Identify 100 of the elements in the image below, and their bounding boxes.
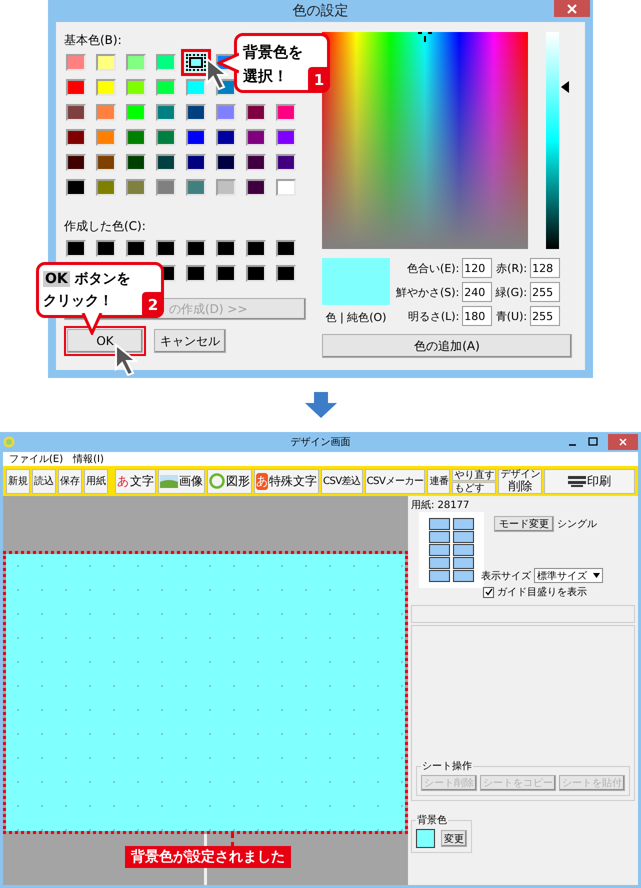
color-swatch[interactable] (156, 179, 176, 196)
print-button[interactable]: 印刷 (544, 468, 635, 494)
color-swatch[interactable] (96, 79, 116, 96)
step-number: 2 (142, 292, 164, 318)
undo-button[interactable]: もどす (452, 482, 496, 494)
color-spectrum[interactable] (322, 32, 528, 249)
color-swatch[interactable] (246, 104, 266, 121)
toolbar-button[interactable]: CSV差込 (321, 468, 363, 494)
input-field[interactable]: 255 (530, 282, 560, 302)
toolbar-button[interactable]: CSVメーカー (364, 468, 426, 494)
toolbar-button[interactable]: 図形 (207, 468, 252, 494)
color-swatch[interactable] (216, 240, 236, 257)
color-swatch[interactable] (66, 54, 86, 71)
color-swatch[interactable] (96, 54, 116, 71)
color-swatch[interactable] (126, 240, 146, 257)
color-swatch[interactable] (186, 179, 206, 196)
toolbar-button[interactable]: 保存 (58, 468, 82, 494)
color-swatch[interactable] (126, 179, 146, 196)
color-swatch[interactable] (156, 104, 176, 121)
color-swatch[interactable] (246, 240, 266, 257)
color-swatch[interactable] (246, 129, 266, 146)
color-swatch[interactable] (156, 129, 176, 146)
color-swatch[interactable] (186, 79, 206, 96)
input-field[interactable]: 120 (462, 258, 492, 278)
close-button[interactable] (554, 0, 590, 17)
color-swatch[interactable] (96, 129, 116, 146)
color-swatch[interactable] (66, 104, 86, 121)
color-swatch[interactable] (276, 129, 296, 146)
input-field[interactable]: 180 (462, 306, 492, 326)
color-swatch[interactable] (156, 54, 176, 71)
group-title: シート操作 (421, 760, 473, 773)
color-swatch[interactable] (276, 265, 296, 282)
color-swatch[interactable] (96, 240, 116, 257)
color-swatch[interactable] (126, 154, 146, 171)
color-swatch[interactable] (66, 154, 86, 171)
color-swatch[interactable] (186, 265, 206, 282)
toolbar-button[interactable]: 読込 (32, 468, 56, 494)
close-button[interactable] (608, 434, 638, 450)
toolbar-button[interactable]: 画像 (158, 468, 205, 494)
input-field[interactable]: 255 (530, 306, 560, 326)
color-swatch[interactable] (186, 154, 206, 171)
cancel-button[interactable]: キャンセル (154, 329, 226, 353)
color-swatch[interactable] (216, 265, 236, 282)
field-label: 色合い(E): (406, 260, 460, 276)
maximize-icon[interactable] (588, 437, 598, 447)
color-swatch[interactable] (126, 54, 146, 71)
redo-button[interactable]: やり直す (452, 468, 496, 480)
color-swatch[interactable] (126, 104, 146, 121)
color-swatch[interactable] (186, 240, 206, 257)
color-swatch[interactable] (186, 104, 206, 121)
color-swatch[interactable] (126, 129, 146, 146)
slider-arrow-icon[interactable] (561, 81, 569, 93)
size-dropdown[interactable]: 標準サイズ (534, 568, 603, 583)
color-preview (322, 258, 390, 305)
color-swatch[interactable] (66, 240, 86, 257)
color-swatch[interactable] (66, 79, 86, 96)
color-swatch[interactable] (276, 154, 296, 171)
color-swatch[interactable] (96, 179, 116, 196)
luminance-bar[interactable] (546, 32, 559, 249)
color-swatch[interactable] (96, 104, 116, 121)
change-button[interactable]: 変更 (441, 830, 467, 847)
color-swatch[interactable] (156, 79, 176, 96)
color-swatch[interactable] (96, 154, 116, 171)
color-swatch[interactable] (246, 179, 266, 196)
mode-change-button[interactable]: モード変更 (494, 516, 554, 532)
color-swatch[interactable] (156, 240, 176, 257)
color-swatch[interactable] (66, 179, 86, 196)
checkbox-label: ガイド目盛りを表示 (497, 586, 587, 599)
down-arrow-icon (304, 392, 336, 418)
add-color-button[interactable]: 色の追加(A) (322, 334, 572, 358)
color-swatch[interactable] (216, 104, 236, 121)
toolbar-button[interactable]: 用紙 (84, 468, 108, 494)
color-swatch[interactable] (246, 154, 266, 171)
toolbar-button[interactable]: あ特殊文字 (254, 468, 319, 494)
toolbar-button[interactable]: 新規 (6, 468, 30, 494)
ok-button[interactable]: OK (67, 329, 143, 353)
color-swatch[interactable] (126, 79, 146, 96)
field-label: 赤(R): (495, 260, 528, 276)
toolbar-button[interactable]: 連番 (427, 468, 450, 494)
field-label: 鮮やかさ(S): (396, 284, 460, 300)
input-field[interactable]: 240 (462, 282, 492, 302)
delete-design-button[interactable]: デザイン 削除 (498, 468, 542, 494)
color-swatch[interactable] (276, 240, 296, 257)
close-icon (567, 4, 577, 14)
color-swatch[interactable] (246, 265, 266, 282)
input-field[interactable]: 128 (530, 258, 560, 278)
field-label: 明るさ(L): (406, 308, 460, 324)
window-title: デザイン画面 (290, 436, 350, 449)
color-swatch[interactable] (66, 129, 86, 146)
color-swatch[interactable] (186, 129, 206, 146)
color-swatch[interactable] (156, 154, 176, 171)
menu-item[interactable]: ファイル(E) (9, 452, 64, 466)
menu-item[interactable]: 情報(I) (73, 452, 104, 466)
color-swatch[interactable] (216, 129, 236, 146)
color-swatch[interactable] (276, 179, 296, 196)
color-swatch[interactable] (276, 104, 296, 121)
color-swatch[interactable] (216, 154, 236, 171)
toolbar-button[interactable]: あ文字 (115, 468, 156, 494)
color-swatch[interactable] (216, 179, 236, 196)
checkbox[interactable] (483, 586, 494, 598)
